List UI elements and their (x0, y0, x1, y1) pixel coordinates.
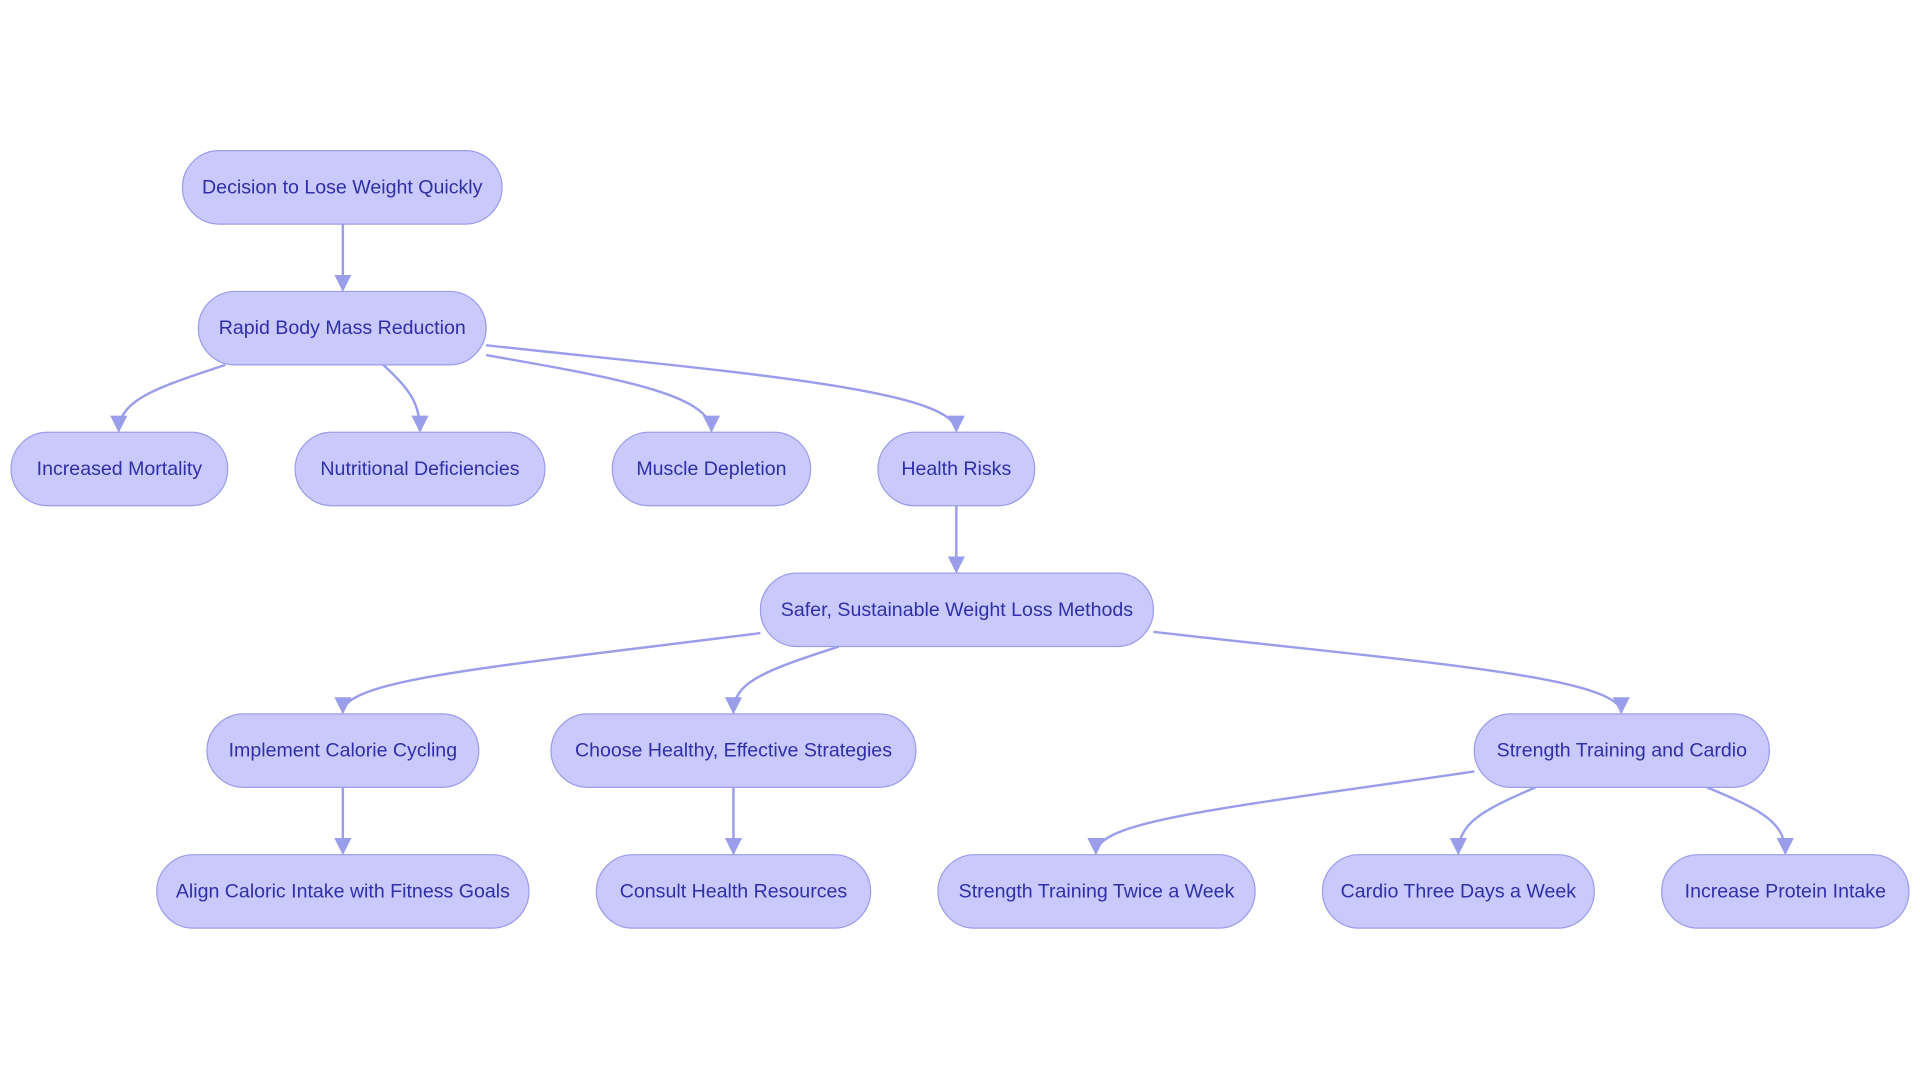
node-label: Strength Training and Cardio (1497, 740, 1747, 762)
node-choose: Choose Healthy, Effective Strategies (550, 713, 917, 788)
node-cycling: Implement Calorie Cycling (206, 713, 480, 788)
node-label: Decision to Lose Weight Quickly (202, 176, 483, 198)
edge-safer-choose (724, 645, 840, 715)
node-muscle: Muscle Depletion (611, 431, 812, 507)
node-label: Muscle Depletion (636, 458, 786, 480)
node-label: Choose Healthy, Effective Strategies (575, 740, 892, 762)
edge-strength-cardio-protein (1706, 786, 1794, 856)
node-label: Consult Health Resources (620, 880, 848, 902)
node-label: Health Risks (901, 458, 1011, 480)
node-label: Rapid Body Mass Reduction (219, 317, 466, 339)
flowchart: Decision to Lose Weight Quickly Rapid Bod… (10, 150, 1910, 929)
edge-strength-cardio-twice (1087, 770, 1475, 856)
node-label: Cardio Three Days a Week (1341, 880, 1577, 902)
nodes: Decision to Lose Weight Quickly Rapid Bod… (10, 150, 1910, 929)
node-consult: Consult Health Resources (595, 854, 872, 929)
edge-strength-cardio-three (1449, 786, 1536, 856)
node-health: Health Risks (877, 431, 1036, 507)
edge-rapid-health (485, 344, 965, 433)
node-label: Strength Training Twice a Week (959, 880, 1235, 902)
node-label: Increased Mortality (37, 458, 203, 480)
node-strength-twice: Strength Training Twice a Week (937, 854, 1256, 929)
node-label: Safer, Sustainable Weight Loss Methods (781, 599, 1133, 621)
node-cardio-three: Cardio Three Days a Week (1321, 854, 1595, 929)
node-protein: Increase Protein Intake (1661, 854, 1910, 929)
node-mortality: Increased Mortality (10, 431, 229, 507)
node-label: Implement Calorie Cycling (229, 740, 458, 762)
node-safer: Safer, Sustainable Weight Loss Methods (759, 572, 1155, 648)
node-strength-cardio: Strength Training and Cardio (1473, 713, 1770, 788)
node-align: Align Caloric Intake with Fitness Goals (156, 854, 530, 929)
node-label: Nutritional Deficiencies (320, 458, 519, 480)
node-nutritional: Nutritional Deficiencies (294, 431, 546, 507)
node-label: Align Caloric Intake with Fitness Goals (176, 880, 510, 902)
edge-safer-cycling (334, 631, 761, 715)
edge-rapid-mortality (110, 363, 226, 433)
node-label: Increase Protein Intake (1685, 880, 1886, 902)
node-decision: Decision to Lose Weight Quickly (181, 150, 503, 225)
node-rapid: Rapid Body Mass Reduction (197, 290, 487, 366)
edge-safer-strength-cardio (1153, 630, 1630, 715)
edge-rapid-nutritional (382, 363, 429, 433)
